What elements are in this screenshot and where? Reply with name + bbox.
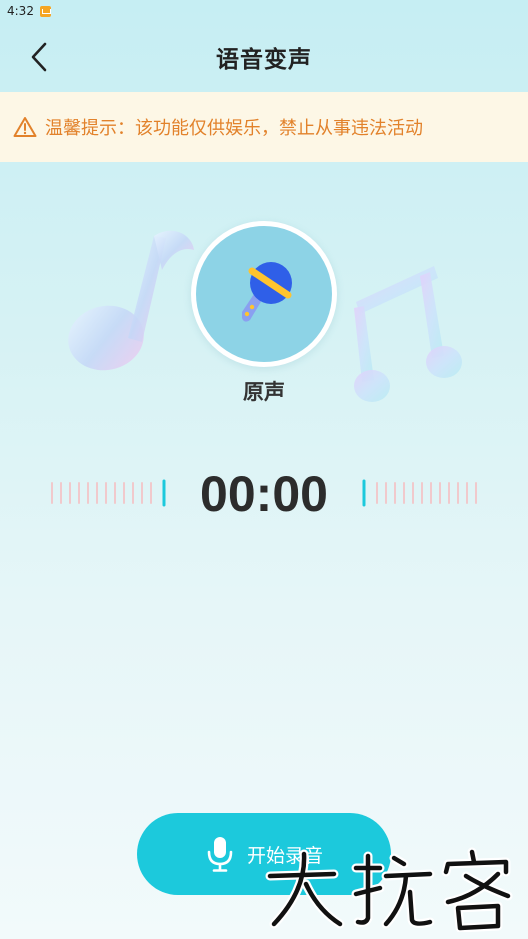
warning-icon xyxy=(13,117,37,137)
status-time: 4:32 xyxy=(7,4,34,18)
notification-icon xyxy=(39,5,51,17)
status-bar: 4:32 xyxy=(0,0,528,22)
watermark-logo xyxy=(265,847,513,932)
microphone-icon xyxy=(242,262,292,322)
notice-banner: 温馨提示：该功能仅供娱乐，禁止从事违法活动 xyxy=(0,92,528,162)
back-button[interactable] xyxy=(18,36,60,78)
header: 语音变声 xyxy=(0,22,528,92)
music-note-icon xyxy=(68,230,194,371)
waveform-right xyxy=(362,479,477,507)
page-title: 语音变声 xyxy=(216,47,312,73)
mic-icon xyxy=(207,837,233,872)
notice-text: 温馨提示：该功能仅供娱乐，禁止从事违法活动 xyxy=(45,118,423,139)
effect-label: 原声 xyxy=(243,380,285,404)
timer-row: 00:00 xyxy=(0,462,528,526)
voice-effect-avatar[interactable] xyxy=(191,221,337,367)
chevron-left-icon xyxy=(31,42,47,72)
